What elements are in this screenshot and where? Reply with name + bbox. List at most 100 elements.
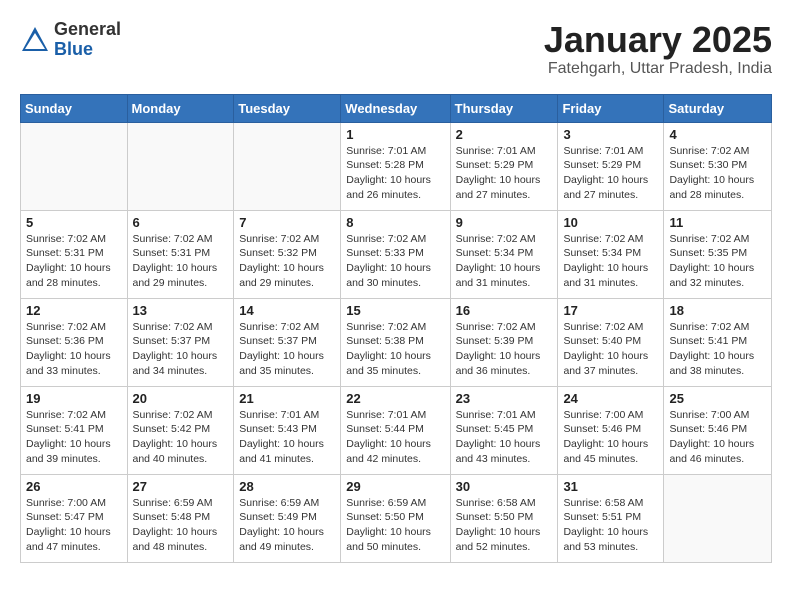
- calendar-cell: 23 Sunrise: 7:01 AM Sunset: 5:45 PM Dayli…: [450, 386, 558, 474]
- day-number: 4: [669, 127, 766, 142]
- day-number: 26: [26, 479, 122, 494]
- calendar-week-row: 19 Sunrise: 7:02 AM Sunset: 5:41 PM Dayli…: [21, 386, 772, 474]
- day-number: 7: [239, 215, 335, 230]
- calendar-cell: [234, 122, 341, 210]
- calendar-week-row: 1 Sunrise: 7:01 AM Sunset: 5:28 PM Daylig…: [21, 122, 772, 210]
- day-number: 18: [669, 303, 766, 318]
- day-info: Sunrise: 7:02 AM Sunset: 5:38 PM Dayligh…: [346, 320, 444, 379]
- calendar-cell: 30Sunrise: 6:58 AM Sunset: 5:50 PM Dayli…: [450, 474, 558, 562]
- logo-blue: Blue: [54, 40, 121, 60]
- calendar-cell: 2 Sunrise: 7:01 AM Sunset: 5:29 PM Daylig…: [450, 122, 558, 210]
- calendar-cell: 22 Sunrise: 7:01 AM Sunset: 5:44 PM Dayli…: [341, 386, 450, 474]
- day-info: Sunrise: 7:01 AM Sunset: 5:45 PM Dayligh…: [456, 408, 553, 467]
- day-number: 9: [456, 215, 553, 230]
- calendar-cell: 21Sunrise: 7:01 AM Sunset: 5:43 PM Dayli…: [234, 386, 341, 474]
- day-number: 1: [346, 127, 444, 142]
- calendar-cell: 17Sunrise: 7:02 AM Sunset: 5:40 PM Dayli…: [558, 298, 664, 386]
- day-number: 15: [346, 303, 444, 318]
- day-number: 24: [563, 391, 658, 406]
- day-info: Sunrise: 7:00 AM Sunset: 5:47 PM Dayligh…: [26, 496, 122, 555]
- day-number: 19: [26, 391, 122, 406]
- weekday-header: Sunday: [21, 94, 128, 122]
- day-number: 16: [456, 303, 553, 318]
- calendar-cell: 7 Sunrise: 7:02 AM Sunset: 5:32 PM Daylig…: [234, 210, 341, 298]
- calendar-table: SundayMondayTuesdayWednesdayThursdayFrid…: [20, 94, 772, 563]
- weekday-header: Monday: [127, 94, 234, 122]
- weekday-header: Saturday: [664, 94, 772, 122]
- day-number: 28: [239, 479, 335, 494]
- calendar-cell: 31Sunrise: 6:58 AM Sunset: 5:51 PM Dayli…: [558, 474, 664, 562]
- calendar-cell: 15 Sunrise: 7:02 AM Sunset: 5:38 PM Dayli…: [341, 298, 450, 386]
- day-number: 2: [456, 127, 553, 142]
- calendar-cell: 11 Sunrise: 7:02 AM Sunset: 5:35 PM Dayli…: [664, 210, 772, 298]
- day-number: 13: [133, 303, 229, 318]
- weekday-header: Thursday: [450, 94, 558, 122]
- day-info: Sunrise: 7:02 AM Sunset: 5:37 PM Dayligh…: [239, 320, 335, 379]
- day-info: Sunrise: 7:02 AM Sunset: 5:40 PM Dayligh…: [563, 320, 658, 379]
- day-info: Sunrise: 7:02 AM Sunset: 5:42 PM Dayligh…: [133, 408, 229, 467]
- day-number: 11: [669, 215, 766, 230]
- day-number: 6: [133, 215, 229, 230]
- day-info: Sunrise: 7:02 AM Sunset: 5:34 PM Dayligh…: [563, 232, 658, 291]
- calendar-cell: [664, 474, 772, 562]
- calendar-week-row: 5 Sunrise: 7:02 AM Sunset: 5:31 PM Daylig…: [21, 210, 772, 298]
- day-info: Sunrise: 7:02 AM Sunset: 5:37 PM Dayligh…: [133, 320, 229, 379]
- calendar-cell: [21, 122, 128, 210]
- calendar-cell: 10Sunrise: 7:02 AM Sunset: 5:34 PM Dayli…: [558, 210, 664, 298]
- day-info: Sunrise: 7:02 AM Sunset: 5:36 PM Dayligh…: [26, 320, 122, 379]
- day-number: 12: [26, 303, 122, 318]
- calendar-cell: 24 Sunrise: 7:00 AM Sunset: 5:46 PM Dayli…: [558, 386, 664, 474]
- calendar-cell: 14 Sunrise: 7:02 AM Sunset: 5:37 PM Dayli…: [234, 298, 341, 386]
- calendar-cell: 12 Sunrise: 7:02 AM Sunset: 5:36 PM Dayli…: [21, 298, 128, 386]
- day-info: Sunrise: 7:02 AM Sunset: 5:35 PM Dayligh…: [669, 232, 766, 291]
- day-info: Sunrise: 7:02 AM Sunset: 5:31 PM Dayligh…: [133, 232, 229, 291]
- day-number: 5: [26, 215, 122, 230]
- day-info: Sunrise: 7:01 AM Sunset: 5:44 PM Dayligh…: [346, 408, 444, 467]
- day-info: Sunrise: 7:02 AM Sunset: 5:31 PM Dayligh…: [26, 232, 122, 291]
- day-info: Sunrise: 7:02 AM Sunset: 5:32 PM Dayligh…: [239, 232, 335, 291]
- calendar-week-row: 12 Sunrise: 7:02 AM Sunset: 5:36 PM Dayli…: [21, 298, 772, 386]
- calendar-cell: 4 Sunrise: 7:02 AM Sunset: 5:30 PM Daylig…: [664, 122, 772, 210]
- day-info: Sunrise: 7:01 AM Sunset: 5:29 PM Dayligh…: [456, 144, 553, 203]
- day-info: Sunrise: 6:58 AM Sunset: 5:50 PM Dayligh…: [456, 496, 553, 555]
- day-info: Sunrise: 7:01 AM Sunset: 5:29 PM Dayligh…: [563, 144, 658, 203]
- calendar-week-row: 26 Sunrise: 7:00 AM Sunset: 5:47 PM Dayli…: [21, 474, 772, 562]
- calendar-cell: 13 Sunrise: 7:02 AM Sunset: 5:37 PM Dayli…: [127, 298, 234, 386]
- day-info: Sunrise: 7:00 AM Sunset: 5:46 PM Dayligh…: [669, 408, 766, 467]
- day-info: Sunrise: 7:02 AM Sunset: 5:41 PM Dayligh…: [26, 408, 122, 467]
- calendar-cell: [127, 122, 234, 210]
- day-number: 14: [239, 303, 335, 318]
- weekday-header: Wednesday: [341, 94, 450, 122]
- weekday-header-row: SundayMondayTuesdayWednesdayThursdayFrid…: [21, 94, 772, 122]
- day-number: 23: [456, 391, 553, 406]
- day-number: 3: [563, 127, 658, 142]
- calendar-cell: 19 Sunrise: 7:02 AM Sunset: 5:41 PM Dayli…: [21, 386, 128, 474]
- location: Fatehgarh, Uttar Pradesh, India: [544, 60, 772, 78]
- calendar-cell: 16Sunrise: 7:02 AM Sunset: 5:39 PM Dayli…: [450, 298, 558, 386]
- logo: General Blue: [20, 20, 121, 60]
- calendar-cell: 27Sunrise: 6:59 AM Sunset: 5:48 PM Dayli…: [127, 474, 234, 562]
- day-info: Sunrise: 7:01 AM Sunset: 5:28 PM Dayligh…: [346, 144, 444, 203]
- title-block: January 2025 Fatehgarh, Uttar Pradesh, I…: [544, 20, 772, 78]
- weekday-header: Friday: [558, 94, 664, 122]
- day-info: Sunrise: 7:00 AM Sunset: 5:46 PM Dayligh…: [563, 408, 658, 467]
- calendar-cell: 25Sunrise: 7:00 AM Sunset: 5:46 PM Dayli…: [664, 386, 772, 474]
- day-info: Sunrise: 6:59 AM Sunset: 5:50 PM Dayligh…: [346, 496, 444, 555]
- calendar-cell: 9 Sunrise: 7:02 AM Sunset: 5:34 PM Daylig…: [450, 210, 558, 298]
- calendar-cell: 5 Sunrise: 7:02 AM Sunset: 5:31 PM Daylig…: [21, 210, 128, 298]
- day-info: Sunrise: 6:59 AM Sunset: 5:49 PM Dayligh…: [239, 496, 335, 555]
- day-number: 8: [346, 215, 444, 230]
- logo-general: General: [54, 20, 121, 40]
- day-number: 29: [346, 479, 444, 494]
- calendar-cell: 29 Sunrise: 6:59 AM Sunset: 5:50 PM Dayli…: [341, 474, 450, 562]
- month-title: January 2025: [544, 20, 772, 60]
- calendar-cell: 6 Sunrise: 7:02 AM Sunset: 5:31 PM Daylig…: [127, 210, 234, 298]
- calendar-cell: 28 Sunrise: 6:59 AM Sunset: 5:49 PM Dayli…: [234, 474, 341, 562]
- day-number: 20: [133, 391, 229, 406]
- day-info: Sunrise: 7:02 AM Sunset: 5:30 PM Dayligh…: [669, 144, 766, 203]
- calendar-cell: 18Sunrise: 7:02 AM Sunset: 5:41 PM Dayli…: [664, 298, 772, 386]
- logo-icon: [20, 25, 50, 55]
- day-number: 27: [133, 479, 229, 494]
- day-info: Sunrise: 7:02 AM Sunset: 5:34 PM Dayligh…: [456, 232, 553, 291]
- day-number: 22: [346, 391, 444, 406]
